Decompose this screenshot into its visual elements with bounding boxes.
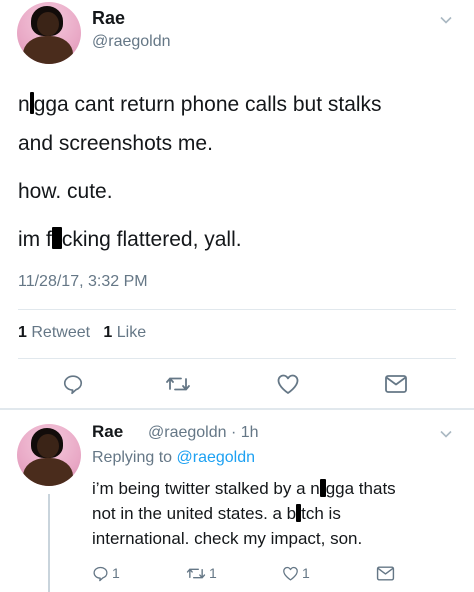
tweet-text-line: im f cking flattered, yall. xyxy=(18,227,242,251)
reply-count: 1 xyxy=(112,565,120,581)
user-handle[interactable]: @raegoldn xyxy=(148,424,227,441)
retweet-stat[interactable]: 1 Retweet xyxy=(18,324,90,341)
thread-line xyxy=(48,494,50,592)
reply-text-line: i’m being twitter stalked by a n gga that… xyxy=(92,479,396,498)
user-handle[interactable]: @raegoldn xyxy=(92,33,171,51)
chevron-down-icon[interactable] xyxy=(440,14,452,26)
reply-text-line: international. check my impact, son. xyxy=(92,529,363,548)
tweet-text-line: and screenshots me. xyxy=(18,132,213,155)
time-ago[interactable]: 1h xyxy=(241,424,259,441)
tweet-text-line: n gga cant return phone calls but stalks xyxy=(18,92,382,116)
tweet-text-line: how. cute. xyxy=(18,180,113,203)
mention-link[interactable]: @raegoldn xyxy=(177,449,256,466)
avatar[interactable] xyxy=(17,2,81,64)
reply-meta: @raegoldn · 1h xyxy=(148,424,259,441)
main-tweet: Rae @raegoldn n gga cant return phone cal… xyxy=(0,0,474,408)
message-icon[interactable] xyxy=(376,565,395,582)
like-action[interactable]: 1 xyxy=(282,564,310,582)
retweet-action[interactable]: 1 xyxy=(186,564,217,582)
reply-action[interactable]: 1 xyxy=(92,564,120,582)
retweet-count: 1 xyxy=(209,565,217,581)
display-name[interactable]: Rae xyxy=(92,422,123,442)
reply-text-line: not in the united states. a b tch is xyxy=(92,504,341,523)
message-icon[interactable] xyxy=(384,374,408,394)
reply-icon[interactable] xyxy=(92,565,109,582)
chevron-down-icon[interactable] xyxy=(440,428,452,440)
divider xyxy=(18,358,456,359)
replying-to: Replying to @raegoldn xyxy=(92,449,256,466)
retweet-icon[interactable] xyxy=(186,565,206,582)
retweet-icon[interactable] xyxy=(165,373,191,395)
censor-mark xyxy=(51,227,62,249)
like-count: 1 xyxy=(302,565,310,581)
reply-tweet[interactable]: Rae @raegoldn · 1h Replying to @raegoldn… xyxy=(0,410,474,592)
like-icon[interactable] xyxy=(282,565,299,582)
message-action[interactable] xyxy=(376,564,395,582)
avatar[interactable] xyxy=(17,424,81,486)
engagement-stats: 1 Retweet 1 Like xyxy=(18,324,146,342)
divider xyxy=(18,309,456,310)
reply-icon[interactable] xyxy=(62,373,84,395)
like-icon[interactable] xyxy=(276,373,300,395)
tweet-timestamp[interactable]: 11/28/17, 3:32 PM xyxy=(18,273,148,291)
display-name[interactable]: Rae xyxy=(92,8,125,29)
like-stat[interactable]: 1 Like xyxy=(103,324,146,341)
